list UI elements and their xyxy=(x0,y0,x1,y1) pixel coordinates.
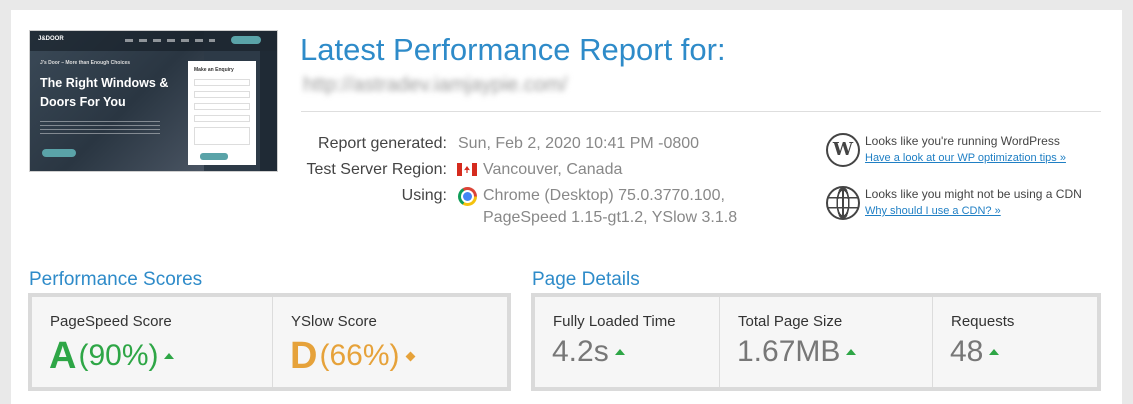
why-use-cdn-link[interactable]: Why should I use a CDN? » xyxy=(865,205,1001,217)
divider xyxy=(301,111,1101,112)
thumbnail-headline: The Right Windows & Doors For You xyxy=(40,76,169,109)
browser-version: Chrome (Desktop) 75.0.3770.100, xyxy=(483,187,725,204)
thumbnail-tagline: J's Door – More than Enough Choices xyxy=(40,60,131,66)
fully-loaded-time-label: Fully Loaded Time xyxy=(553,313,676,330)
thumbnail-nav-button xyxy=(231,36,261,44)
wp-optimization-tips-link[interactable]: Have a look at our WP optimization tips … xyxy=(865,152,1066,164)
thumbnail-form-title: Make an Enquiry xyxy=(194,67,234,73)
fully-loaded-time-number: 4.2s xyxy=(552,335,609,368)
pagespeed-percent: (90%) xyxy=(78,339,159,372)
thumbnail-form-field xyxy=(194,103,250,110)
pagespeed-grade: A xyxy=(49,335,77,377)
total-page-size-cell[interactable]: Total Page Size 1.67MB xyxy=(720,297,933,387)
trend-up-icon xyxy=(989,349,1000,355)
wordpress-tip-text: Looks like you're running WordPress xyxy=(865,134,1060,148)
using-label: Using: xyxy=(401,187,447,204)
tool-versions: PageSpeed 1.15-gt1.2, YSlow 3.1.8 xyxy=(483,209,738,226)
test-region-label: Test Server Region: xyxy=(306,161,447,178)
thumbnail-cta-button xyxy=(42,149,76,157)
trend-neutral-icon xyxy=(406,351,416,362)
thumbnail-logo: J&DOOR xyxy=(38,36,64,42)
thumbnail-form-field xyxy=(194,91,250,98)
trend-up-icon xyxy=(614,349,625,355)
report-url[interactable]: http://astradev.iamjaypie.com/ xyxy=(303,74,567,97)
report-generated-value: Sun, Feb 2, 2020 10:41 PM -0800 xyxy=(458,135,700,152)
yslow-percent: (66%) xyxy=(319,339,400,372)
pagespeed-score-cell[interactable]: PageSpeed Score A(90%) xyxy=(32,297,273,387)
thumbnail-enquiry-form: Make an Enquiry xyxy=(188,61,256,165)
requests-value: 48 xyxy=(950,335,1000,369)
pagespeed-score-label: PageSpeed Score xyxy=(50,313,172,330)
page-details-title: Page Details xyxy=(532,269,640,290)
thumbnail-form-field xyxy=(194,79,250,86)
trend-up-icon xyxy=(846,349,857,355)
fully-loaded-time-value: 4.2s xyxy=(552,335,625,369)
trend-up-icon xyxy=(164,353,175,359)
test-region-value: Vancouver, Canada xyxy=(483,161,623,178)
yslow-score-cell[interactable]: YSlow Score D(66%) xyxy=(273,297,507,387)
thumbnail-form-field xyxy=(194,115,250,122)
report-card: J&DOOR J's Door – More than Enough Choic… xyxy=(11,10,1122,404)
thumbnail-nav-links xyxy=(125,39,215,42)
chrome-icon xyxy=(458,187,477,206)
canada-flag-icon xyxy=(457,163,477,176)
performance-scores-title: Performance Scores xyxy=(29,269,203,290)
thumbnail-form-button xyxy=(200,153,228,160)
pagespeed-score-value: A(90%) xyxy=(49,335,175,378)
globe-icon xyxy=(826,186,860,220)
yslow-grade: D xyxy=(290,335,318,377)
thumbnail-form-message xyxy=(194,127,250,145)
yslow-score-label: YSlow Score xyxy=(291,313,377,330)
total-page-size-value: 1.67MB xyxy=(737,335,857,369)
wordpress-icon xyxy=(826,133,860,167)
page-details-box: Fully Loaded Time 4.2s Total Page Size 1… xyxy=(531,293,1101,391)
cdn-tip-text: Looks like you might not be using a CDN xyxy=(865,187,1082,201)
total-page-size-label: Total Page Size xyxy=(738,313,843,330)
fully-loaded-time-cell[interactable]: Fully Loaded Time 4.2s xyxy=(535,297,720,387)
requests-label: Requests xyxy=(951,313,1015,330)
page-title: Latest Performance Report for: xyxy=(300,32,726,67)
thumbnail-paragraph xyxy=(40,121,160,135)
thumbnail-side-panel xyxy=(260,51,277,171)
site-screenshot-thumbnail[interactable]: J&DOOR J's Door – More than Enough Choic… xyxy=(29,30,278,172)
requests-cell[interactable]: Requests 48 xyxy=(933,297,1097,387)
report-generated-label: Report generated: xyxy=(318,135,447,152)
requests-number: 48 xyxy=(950,335,984,368)
performance-scores-box: PageSpeed Score A(90%) YSlow Score D(66%… xyxy=(28,293,511,391)
total-page-size-number: 1.67MB xyxy=(737,335,841,368)
yslow-score-value: D(66%) xyxy=(290,335,416,378)
